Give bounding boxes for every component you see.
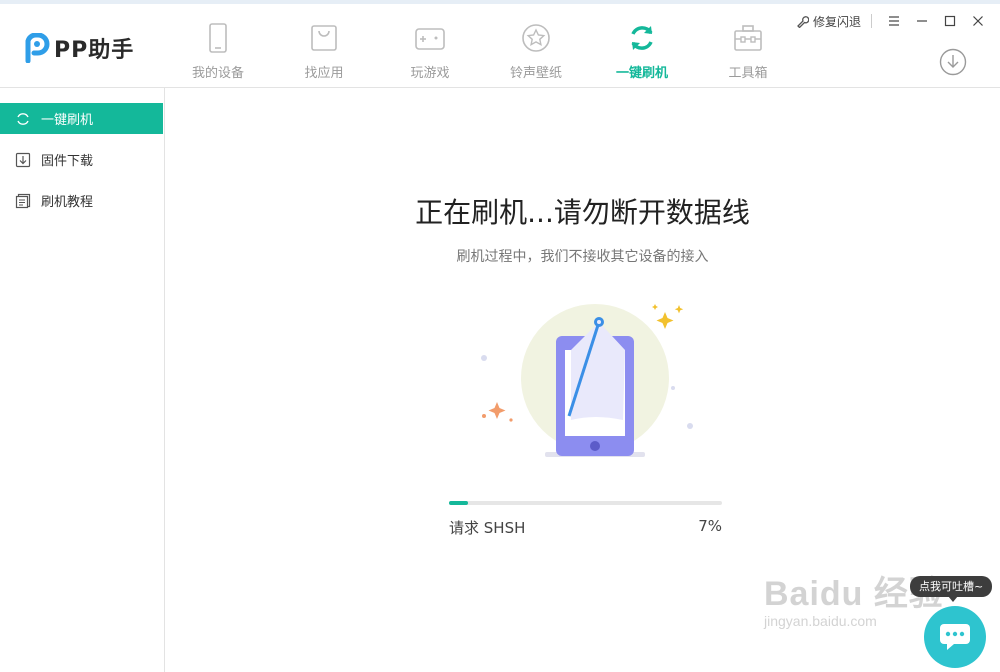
refresh-icon <box>17 112 29 125</box>
maximize-button[interactable] <box>936 12 964 30</box>
nav-label: 玩游戏 <box>410 66 450 81</box>
close-button[interactable] <box>964 12 992 30</box>
bag-icon <box>311 25 337 51</box>
progress-percent: 7% <box>698 517 722 535</box>
sidebar-item-one-click-flash[interactable]: 一键刷机 <box>0 103 163 134</box>
menu-icon <box>889 16 899 26</box>
flashing-phone-illustration <box>481 304 693 457</box>
nav-toolbox[interactable]: 工具箱 <box>695 22 801 82</box>
feedback-tooltip: 点我可吐槽~ <box>910 576 993 602</box>
download-icon[interactable] <box>939 48 967 76</box>
nav-my-device[interactable]: 我的设备 <box>165 22 271 82</box>
nav-label: 找应用 <box>304 66 344 81</box>
app-name: PP助手 <box>54 38 135 63</box>
page-title: 正在刷机...请勿断开数据线 <box>415 196 750 229</box>
top-bar: PP助手 我的设备 找应用 玩游戏 铃声壁纸 一键刷机 工具箱 修复闪退 <box>0 0 1000 88</box>
wrench-icon <box>797 15 809 28</box>
toolbox-icon <box>734 25 762 51</box>
sidebar-item-label: 刷机教程 <box>41 195 94 210</box>
watermark-url: jingyan.baidu.com <box>764 613 877 629</box>
sidebar-item-label: 一键刷机 <box>41 113 94 128</box>
progress-bar <box>449 501 722 505</box>
progress-fill <box>449 501 469 505</box>
nav-label: 铃声壁纸 <box>509 66 562 81</box>
sidebar: 一键刷机 固件下载 刷机教程 <box>0 88 165 672</box>
nav-label: 我的设备 <box>191 66 244 81</box>
gamepad-icon <box>415 28 445 50</box>
nav-one-click-flash[interactable]: 一键刷机 <box>589 22 695 82</box>
divider <box>871 14 872 28</box>
nav-play-games[interactable]: 玩游戏 <box>377 22 483 82</box>
phone-icon <box>209 23 227 53</box>
app-logo: PP助手 <box>24 32 134 64</box>
nav-ringtones-wallpapers[interactable]: 铃声壁纸 <box>483 22 589 82</box>
sidebar-item-firmware-download[interactable]: 固件下载 <box>0 144 163 175</box>
document-icon <box>15 193 31 208</box>
refresh-icon <box>631 26 653 50</box>
repair-crash-label: 修复闪退 <box>812 14 861 29</box>
nav-label: 工具箱 <box>728 66 768 81</box>
minimize-button[interactable] <box>908 12 936 30</box>
menu-button[interactable] <box>880 12 908 30</box>
sidebar-item-label: 固件下载 <box>41 154 94 169</box>
repair-crash-button[interactable]: 修复闪退 <box>796 13 861 30</box>
download-icon <box>15 152 31 167</box>
sidebar-item-flash-tutorial[interactable]: 刷机教程 <box>0 185 163 216</box>
chat-icon <box>940 624 970 650</box>
pp-logo-icon <box>25 33 50 63</box>
close-icon <box>973 16 983 26</box>
main-nav: 我的设备 找应用 玩游戏 铃声壁纸 一键刷机 工具箱 <box>165 22 801 82</box>
nav-label: 一键刷机 <box>615 66 668 81</box>
page-subtitle: 刷机过程中，我们不接收其它设备的接入 <box>456 249 709 265</box>
feedback-chat-button[interactable] <box>924 606 986 668</box>
star-icon <box>522 24 550 52</box>
progress-step-label: 请求 SHSH <box>449 519 526 537</box>
nav-find-apps[interactable]: 找应用 <box>271 22 377 82</box>
minimize-icon <box>917 20 927 22</box>
window-controls: 修复闪退 <box>796 12 992 30</box>
maximize-icon <box>944 15 956 27</box>
